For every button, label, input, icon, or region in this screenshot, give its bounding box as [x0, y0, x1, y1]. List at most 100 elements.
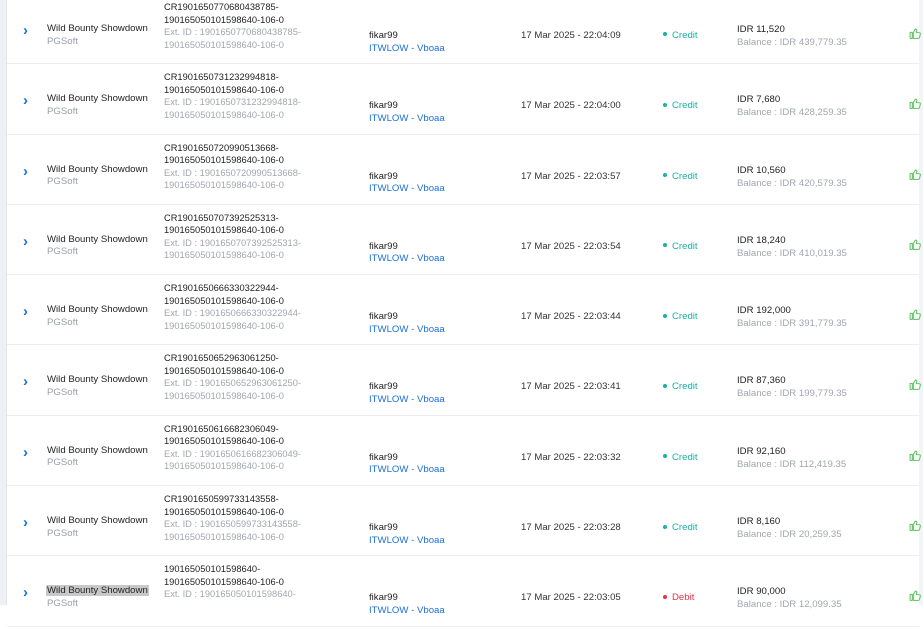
chevron-right-icon[interactable]: ›: [23, 515, 37, 530]
balance: Balance : IDR 391,779.35: [737, 318, 847, 330]
thumbs-up-icon[interactable]: [909, 449, 922, 462]
amount: IDR 8,160: [737, 516, 781, 528]
amount-cell: IDR 8,160 Balance : IDR 20,259.35: [737, 515, 842, 541]
player-cell: fikar99 ITWLOW - Vboaa: [369, 381, 445, 406]
game-name: Wild Bounty Showdown: [47, 233, 148, 245]
table-row[interactable]: › Wild Bounty Showdown PGSoft CR19016507…: [7, 205, 922, 276]
chevron-right-icon[interactable]: ›: [23, 445, 37, 460]
amount: IDR 90,000: [737, 586, 786, 598]
table-row[interactable]: › Wild Bounty Showdown PGSoft CR19016506…: [7, 345, 922, 416]
table-row[interactable]: › Wild Bounty Showdown PGSoft CR19016505…: [7, 486, 922, 557]
account-link[interactable]: ITWLOW - Vboaa: [369, 253, 445, 266]
amount-cell: IDR 192,000 Balance : IDR 391,779.35: [737, 304, 847, 330]
status-dot-icon: [663, 32, 667, 37]
balance: Balance : IDR 439,779.35: [737, 37, 847, 48]
external-id: Ext. ID : 1901650720990513668-1901650501…: [164, 167, 301, 191]
table-row[interactable]: › Wild Bounty Showdown PGSoft CR19016506…: [7, 275, 922, 346]
username: fikar99: [369, 381, 398, 393]
transaction-type: Debit: [663, 592, 694, 605]
username: fikar99: [369, 100, 398, 112]
account-link[interactable]: ITWLOW - Vboaa: [369, 535, 445, 548]
table-row[interactable]: › Wild Bounty Showdown PGSoft CR19016507…: [7, 0, 922, 65]
transaction-table-body: › Wild Bounty Showdown PGSoft CR19016507…: [7, 0, 922, 627]
table-row[interactable]: › Wild Bounty Showdown PGSoft CR19016506…: [7, 416, 922, 487]
account-link[interactable]: ITWLOW - Vboaa: [369, 394, 445, 407]
username: fikar99: [369, 311, 398, 323]
username: fikar99: [369, 451, 398, 463]
thumbs-up-icon[interactable]: [909, 97, 922, 110]
game-name: Wild Bounty Showdown: [47, 444, 148, 456]
transaction-type: Credit: [663, 452, 698, 465]
transaction-id: CR1901650599733143558-190165050101598640…: [164, 494, 284, 517]
account-link[interactable]: ITWLOW - Vboaa: [369, 464, 445, 477]
chevron-right-icon[interactable]: ›: [23, 304, 37, 319]
account-link[interactable]: ITWLOW - Vboaa: [369, 183, 445, 196]
transaction-id: CR1901650731232994818-190165050101598640…: [164, 72, 284, 95]
chevron-right-icon[interactable]: ›: [23, 585, 37, 600]
game-provider: PGSoft: [47, 246, 78, 258]
thumbs-up-icon[interactable]: [909, 168, 922, 181]
transaction-id-cell: CR1901650731232994818-190165050101598640…: [164, 71, 354, 121]
transaction-id-cell: CR1901650666330322944-190165050101598640…: [164, 282, 354, 332]
chevron-right-icon[interactable]: ›: [23, 164, 37, 179]
game-cell: Wild Bounty Showdown PGSoft: [46, 515, 149, 540]
table-row[interactable]: › Wild Bounty Showdown PGSoft CR19016507…: [7, 135, 922, 205]
transaction-date: 17 Mar 2025 - 22:03:28: [521, 522, 621, 534]
transaction-date: 17 Mar 2025 - 22:03:41: [521, 381, 621, 393]
transaction-date: 17 Mar 2025 - 22:03:57: [521, 170, 621, 182]
transaction-type: Credit: [663, 171, 698, 184]
amount: IDR 92,160: [737, 445, 786, 457]
thumbs-up-icon[interactable]: [909, 238, 922, 251]
thumbs-up-icon[interactable]: [909, 589, 922, 602]
amount: IDR 87,360: [737, 375, 786, 387]
account-link[interactable]: ITWLOW - Vboaa: [369, 324, 445, 337]
transaction-type: Credit: [663, 30, 698, 43]
game-provider: PGSoft: [47, 316, 78, 328]
player-cell: fikar99 ITWLOW - Vboaa: [369, 311, 445, 336]
type-label: Credit: [672, 100, 698, 112]
player-cell: fikar99 ITWLOW - Vboaa: [369, 100, 445, 125]
account-link[interactable]: ITWLOW - Vboaa: [369, 113, 445, 126]
player-cell: fikar99 ITWLOW - Vboaa: [369, 522, 445, 547]
account-link[interactable]: ITWLOW - Vboaa: [369, 43, 445, 56]
game-provider: PGSoft: [47, 386, 78, 398]
thumbs-up-icon[interactable]: [909, 378, 922, 391]
chevron-right-icon[interactable]: ›: [23, 23, 37, 38]
external-id: Ext. ID : 1901650731232994818-1901650501…: [164, 97, 301, 120]
right-scroll-edge: [919, 0, 923, 605]
amount: IDR 7,680: [737, 94, 781, 106]
type-label: Credit: [672, 240, 698, 252]
amount-cell: IDR 18,240 Balance : IDR 410,019.35: [737, 234, 847, 260]
transaction-id: CR1901650770680438785-190165050101598640…: [164, 2, 284, 25]
game-provider: PGSoft: [47, 527, 78, 539]
game-provider: PGSoft: [47, 457, 78, 469]
type-label: Debit: [672, 592, 695, 604]
game-cell: Wild Bounty Showdown PGSoft: [46, 23, 149, 48]
thumbs-up-icon[interactable]: [909, 308, 922, 321]
transaction-type: Credit: [663, 100, 698, 113]
chevron-right-icon[interactable]: ›: [23, 93, 37, 108]
external-id: Ext. ID : 190165050101598640-: [164, 589, 296, 600]
username: fikar99: [369, 592, 398, 604]
game-cell: Wild Bounty Showdown PGSoft: [46, 304, 149, 329]
chevron-right-icon[interactable]: ›: [23, 374, 37, 389]
status-dot-icon: [663, 173, 667, 178]
transaction-id: CR1901650652963061250-190165050101598640…: [164, 353, 284, 376]
amount-cell: IDR 10,560 Balance : IDR 420,579.35: [737, 164, 847, 190]
amount: IDR 192,000: [737, 305, 791, 317]
thumbs-up-icon[interactable]: [909, 519, 922, 532]
thumbs-up-icon[interactable]: [909, 27, 922, 40]
game-name: Wild Bounty Showdown: [47, 93, 148, 105]
chevron-right-icon[interactable]: ›: [23, 234, 37, 249]
transaction-date: 17 Mar 2025 - 22:03:44: [521, 311, 621, 323]
game-cell: Wild Bounty Showdown PGSoft: [46, 234, 149, 259]
game-provider: PGSoft: [47, 176, 78, 188]
account-link[interactable]: ITWLOW - Vboaa: [369, 605, 445, 618]
table-row[interactable]: › Wild Bounty Showdown PGSoft 1901650501…: [7, 556, 922, 627]
game-name: Wild Bounty Showdown: [47, 515, 148, 527]
transaction-date: 17 Mar 2025 - 22:04:09: [521, 30, 621, 41]
external-id: Ext. ID : 1901650707392525313-1901650501…: [164, 237, 301, 261]
table-row[interactable]: › Wild Bounty Showdown PGSoft CR19016507…: [7, 64, 922, 135]
external-id: Ext. ID : 1901650599733143558-1901650501…: [164, 519, 301, 542]
status-dot-icon: [663, 594, 667, 599]
